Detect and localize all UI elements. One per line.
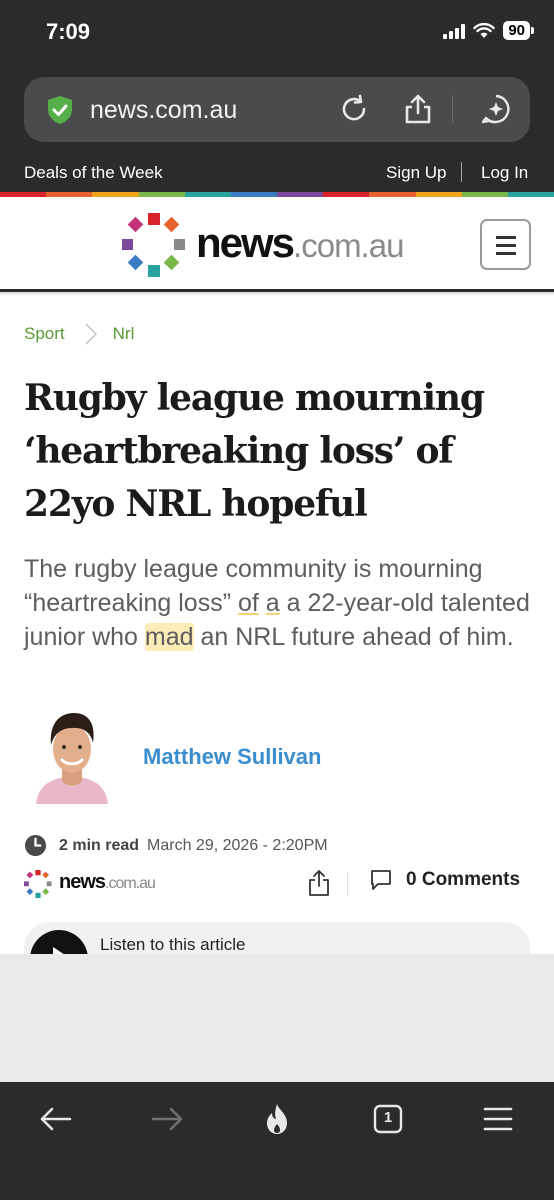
address-divider	[452, 95, 453, 123]
menu-icon[interactable]	[480, 1101, 516, 1137]
web-page: news.com.au Sport Nrl Rugby league mourn…	[0, 197, 554, 954]
article-source-bar: news.com.au 0 Comments	[24, 869, 530, 899]
masthead: news.com.au	[0, 197, 554, 292]
breadcrumb: Sport Nrl	[24, 323, 134, 345]
standfirst-highlighted-word: mad	[144, 623, 194, 651]
reload-icon[interactable]	[338, 93, 370, 125]
news-wordmark-small: news.com.au	[59, 871, 156, 894]
wordmark-main: news	[196, 219, 295, 266]
read-time: 2 min read	[59, 836, 140, 854]
address-bar[interactable]: news.com.au	[24, 77, 530, 142]
battery-indicator: 90	[503, 21, 534, 40]
wordmark-domain-small: .com.au	[105, 875, 156, 892]
breadcrumb-sport[interactable]: Sport	[24, 324, 65, 344]
author-name-link[interactable]: Matthew Sullivan	[143, 744, 321, 770]
content-loading-area	[0, 954, 554, 1082]
audio-player: Listen to this article	[24, 922, 530, 954]
tabs-count: 1	[383, 1109, 393, 1126]
forward-arrow-icon[interactable]	[149, 1101, 185, 1137]
wifi-icon	[473, 22, 496, 38]
play-button[interactable]	[30, 930, 88, 954]
source-divider	[347, 873, 348, 895]
standfirst-text: an NRL future ahead of him.	[193, 623, 514, 651]
author-avatar[interactable]	[34, 707, 110, 804]
news-logo-icon[interactable]	[122, 213, 186, 277]
clock-time: 7:09	[46, 19, 91, 44]
sign-up-link[interactable]: Sign Up	[386, 163, 446, 183]
news-logo-small-icon	[24, 870, 52, 898]
clock-icon	[24, 834, 47, 857]
breadcrumb-nrl[interactable]: Nrl	[113, 324, 135, 344]
article-meta: 2 min read March 29, 2026 - 2:20PM	[24, 834, 328, 857]
system-indicators: 90	[443, 21, 534, 40]
comments-button[interactable]: 0 Comments	[370, 869, 520, 891]
top-strip: Deals of the Week Sign Up Log In	[0, 154, 554, 192]
article-share-icon[interactable]	[308, 869, 330, 897]
standfirst-underlined-word: of	[237, 589, 259, 617]
log-in-link[interactable]: Log In	[481, 163, 528, 183]
listen-label: Listen to this article	[100, 935, 246, 954]
strip-divider	[461, 162, 462, 182]
publish-date: March 29, 2026 - 2:20PM	[147, 836, 328, 854]
article-headline: Rugby league mourning ‘heartbreaking los…	[24, 377, 485, 525]
share-icon[interactable]	[402, 93, 434, 125]
chevron-right-icon	[85, 323, 97, 345]
browser-toolbar: 1	[0, 1082, 554, 1200]
wordmark-main-small: news	[59, 871, 106, 893]
hamburger-menu-button[interactable]	[480, 219, 531, 270]
standfirst-underlined-word: a	[265, 589, 280, 617]
status-bar: 7:09 90	[0, 0, 554, 66]
shield-check-icon[interactable]	[44, 94, 76, 126]
wordmark-domain: .com.au	[293, 227, 404, 264]
comments-count: 0 Comments	[406, 869, 521, 890]
news-wordmark[interactable]: news.com.au	[196, 219, 404, 267]
back-arrow-icon[interactable]	[38, 1101, 74, 1137]
url-text[interactable]: news.com.au	[90, 96, 237, 125]
ai-assistant-icon[interactable]	[480, 93, 512, 125]
signal-icon	[443, 23, 466, 39]
comment-icon	[371, 870, 391, 890]
article-standfirst: The rugby league community is mourning “…	[24, 552, 534, 654]
tabs-button[interactable]: 1	[370, 1101, 406, 1137]
flame-icon[interactable]	[259, 1101, 295, 1137]
deals-link[interactable]: Deals of the Week	[24, 163, 163, 183]
masthead-shadow	[0, 292, 554, 296]
standfirst-space	[259, 589, 266, 617]
